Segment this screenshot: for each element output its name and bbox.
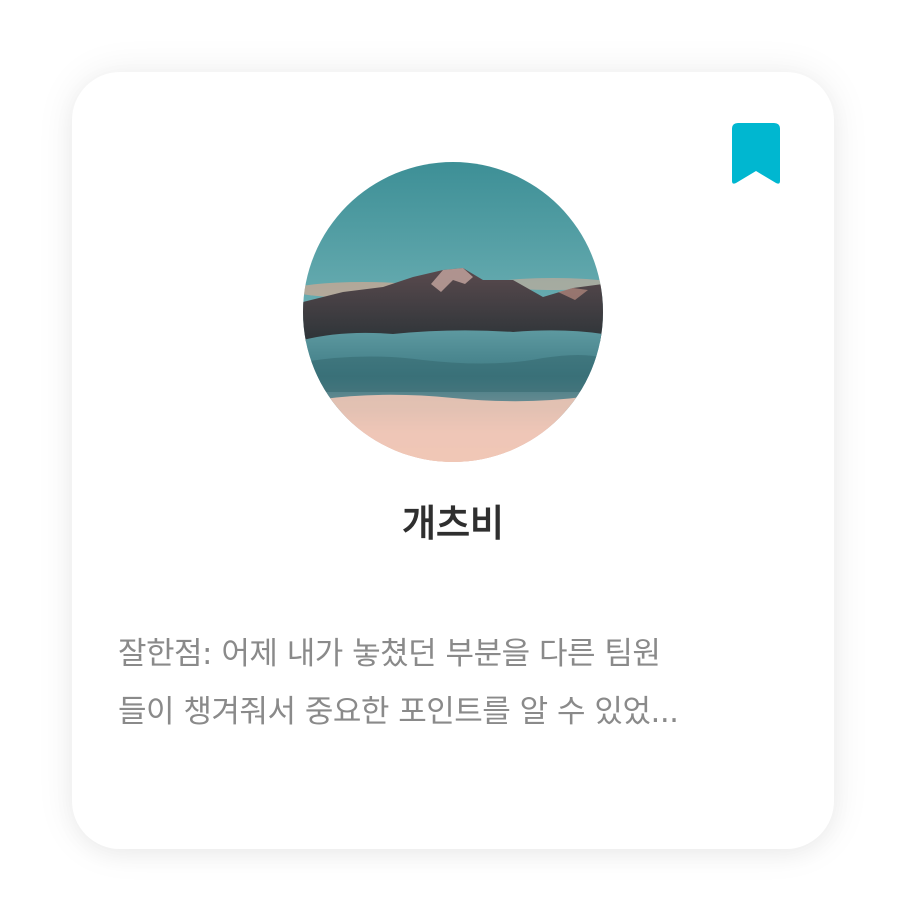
comment-text: 잘한점: 어제 내가 놓쳤던 부분을 다른 팀원 들이 챙겨줘서 중요한 포인트…	[118, 625, 798, 741]
profile-name: 개츠비	[401, 502, 505, 545]
profile-card[interactable]: 개츠비 잘한점: 어제 내가 놓쳤던 부분을 다른 팀원 들이 챙겨줘서 중요한…	[72, 72, 834, 849]
comment-line-2: 들이 챙겨줘서 중요한 포인트를 알 수 있었...	[118, 694, 679, 730]
bookmark-icon[interactable]	[732, 123, 780, 185]
avatar	[303, 162, 603, 462]
comment-line-1: 잘한점: 어제 내가 놓쳤던 부분을 다른 팀원	[118, 636, 661, 672]
